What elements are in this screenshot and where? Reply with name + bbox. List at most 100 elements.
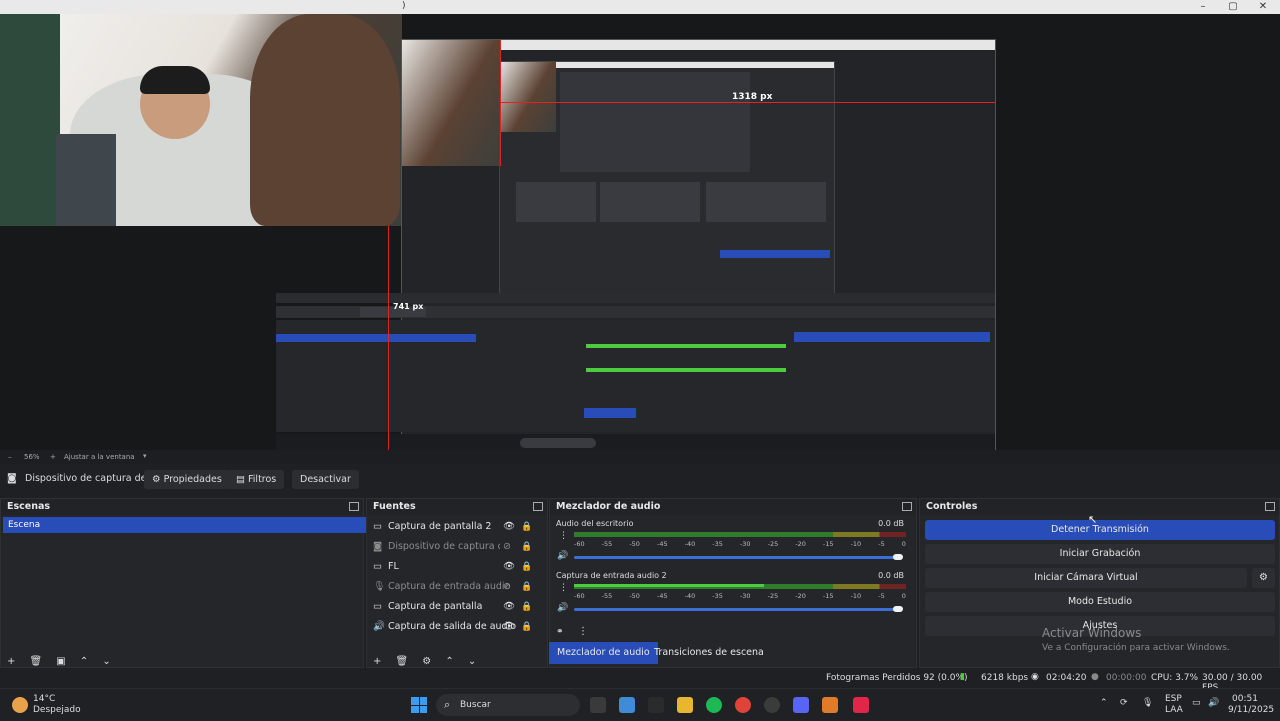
move-down-icon[interactable]: ⌄	[102, 656, 110, 667]
add-scene-icon[interactable]: +	[7, 656, 15, 667]
start-virtual-camera-button[interactable]: Iniciar Cámara Virtual	[925, 568, 1247, 588]
lang-1[interactable]: ESP	[1165, 694, 1182, 704]
track-menu-icon[interactable]: ⋮	[559, 583, 568, 593]
trash-icon[interactable]: 🗑	[395, 656, 408, 667]
display-icon[interactable]: ▭	[1192, 698, 1201, 708]
windows-start-icon[interactable]	[411, 697, 427, 713]
eye-icon[interactable]: 👁	[503, 597, 515, 617]
gear-icon: ⚙	[152, 474, 161, 485]
taskbar-search[interactable]: ⌕ Buscar	[436, 694, 580, 716]
eye-hidden-icon[interactable]: ⊘	[503, 577, 511, 597]
zoom-percent: 56%	[24, 453, 40, 461]
record-time: 00:00:00	[1106, 673, 1147, 683]
controls-undock-icon[interactable]	[1265, 502, 1275, 511]
zoom-fit-label[interactable]: Ajustar a la ventana	[64, 453, 135, 461]
tick: -30	[739, 540, 751, 548]
source-item[interactable]: ▭ Captura de pantalla 2 👁 🔒	[373, 517, 541, 537]
nested-search	[520, 438, 596, 448]
source-label: Captura de pantalla 2	[388, 521, 492, 532]
chevron-up-icon[interactable]: ⌃	[1100, 698, 1108, 708]
start-recording-button[interactable]: Iniciar Grabación	[925, 544, 1275, 564]
volume-icon[interactable]: 🔊	[1208, 698, 1219, 708]
discord-icon[interactable]	[793, 697, 809, 713]
spotify-icon[interactable]	[706, 697, 722, 713]
move-up-icon[interactable]: ⌃	[445, 656, 453, 667]
preview-canvas[interactable]: 1318 px 741 px	[0, 14, 1280, 461]
source-item[interactable]: 🔊 Captura de salida de audio 👁 🔒	[373, 617, 541, 637]
source-item[interactable]: 🎙 Captura de entrada audio ⊘ 🔒	[373, 577, 541, 597]
chrome-icon[interactable]	[735, 697, 751, 713]
zoom-in-button[interactable]: +	[50, 453, 56, 461]
scene-filter-icon[interactable]: ▣	[56, 656, 65, 667]
properties-button[interactable]: ⚙ Propiedades	[144, 470, 230, 489]
lock-icon[interactable]: 🔒	[521, 517, 532, 537]
mic-icon[interactable]: 🎙	[1142, 698, 1153, 708]
volume-slider[interactable]	[574, 608, 899, 611]
lock-icon[interactable]: 🔒	[521, 617, 532, 637]
scenes-dock: Escenas Escena + 🗑 ▣ ⌃ ⌄	[0, 498, 366, 668]
zoom-dropdown-icon[interactable]: ▾	[143, 452, 147, 460]
filters-button[interactable]: ▤ Filtros	[228, 470, 285, 489]
track-db: 0.0 dB	[878, 571, 904, 580]
gear-icon[interactable]: ⚙	[422, 656, 431, 667]
lock-icon[interactable]: 🔒	[521, 577, 532, 597]
volume-meter	[574, 532, 906, 537]
deactivate-button[interactable]: Desactivar	[292, 470, 359, 489]
nested-cam-1	[402, 40, 500, 166]
zoom-bar: – 56% + Ajustar a la ventana ▾	[0, 450, 1280, 464]
lang-2[interactable]: LAA	[1165, 705, 1183, 715]
gear-icon[interactable]: ⚙	[1252, 568, 1275, 588]
trash-icon[interactable]: 🗑	[29, 656, 42, 667]
tab-audio-mixer[interactable]: Mezclador de audio	[549, 642, 658, 664]
clock-date[interactable]: 9/11/2025	[1228, 705, 1274, 715]
track-menu-icon[interactable]: ⋮	[559, 531, 568, 541]
minimize-button[interactable]: –	[1188, 0, 1218, 14]
scene-item[interactable]: Escena	[3, 517, 366, 533]
app-icon[interactable]	[648, 697, 664, 713]
obs-icon[interactable]	[764, 697, 780, 713]
stop-stream-button[interactable]: Detener Transmisión	[925, 520, 1275, 540]
source-item[interactable]: ◙ Dispositivo de captura de vi ⊘ 🔒	[373, 537, 541, 557]
studio-mode-button[interactable]: Modo Estudio	[925, 592, 1275, 612]
volume-slider[interactable]	[574, 556, 899, 559]
volume-slider-knob[interactable]	[893, 554, 903, 560]
lock-icon[interactable]: 🔒	[521, 597, 532, 617]
eye-hidden-icon[interactable]: ⊘	[503, 537, 511, 557]
sources-undock-icon[interactable]	[533, 502, 543, 511]
source-item[interactable]: ▭ FL 👁 🔒	[373, 557, 541, 577]
stream-icon: ◉	[1031, 672, 1039, 682]
eye-icon[interactable]: 👁	[503, 517, 515, 537]
mixer-menu-icon[interactable]: ⋮	[578, 626, 588, 637]
scenes-undock-icon[interactable]	[349, 502, 359, 511]
tab-scene-transitions[interactable]: Transiciones de escena	[646, 642, 772, 664]
tiktok-icon[interactable]	[853, 697, 869, 713]
filter-icon: ▤	[236, 474, 245, 485]
nested-mixer	[706, 182, 826, 222]
eye-icon[interactable]: 👁	[503, 617, 515, 637]
clock-time[interactable]: 00:51	[1232, 694, 1258, 704]
task-view-icon[interactable]	[590, 697, 606, 713]
lock-icon[interactable]: 🔒	[521, 557, 532, 577]
copilot-icon[interactable]	[619, 697, 635, 713]
fl-studio-icon[interactable]	[822, 697, 838, 713]
volume-slider-knob[interactable]	[893, 606, 903, 612]
close-button[interactable]: ✕	[1248, 0, 1278, 14]
zoom-out-button[interactable]: –	[8, 453, 12, 461]
file-explorer-icon[interactable]	[677, 697, 693, 713]
selected-source-name: Dispositivo de captura de v	[25, 473, 156, 484]
move-down-icon[interactable]: ⌄	[468, 656, 476, 667]
mixer-undock-icon[interactable]	[902, 502, 912, 511]
add-source-icon[interactable]: +	[373, 656, 381, 667]
speaker-icon[interactable]: 🔊	[557, 603, 568, 613]
source-item[interactable]: ▭ Captura de pantalla 👁 🔒	[373, 597, 541, 617]
tick: -60	[574, 592, 585, 600]
track-name: Audio del escritorio	[556, 519, 634, 528]
sync-icon[interactable]: ⟳	[1120, 698, 1128, 708]
eye-icon[interactable]: 👁	[503, 557, 515, 577]
maximize-button[interactable]: ▢	[1218, 0, 1248, 14]
nested-scenes	[516, 182, 596, 222]
move-up-icon[interactable]: ⌃	[80, 656, 88, 667]
link-icon[interactable]: ⚭	[556, 627, 564, 637]
speaker-icon[interactable]: 🔊	[557, 551, 568, 561]
lock-icon[interactable]: 🔒	[521, 537, 532, 557]
